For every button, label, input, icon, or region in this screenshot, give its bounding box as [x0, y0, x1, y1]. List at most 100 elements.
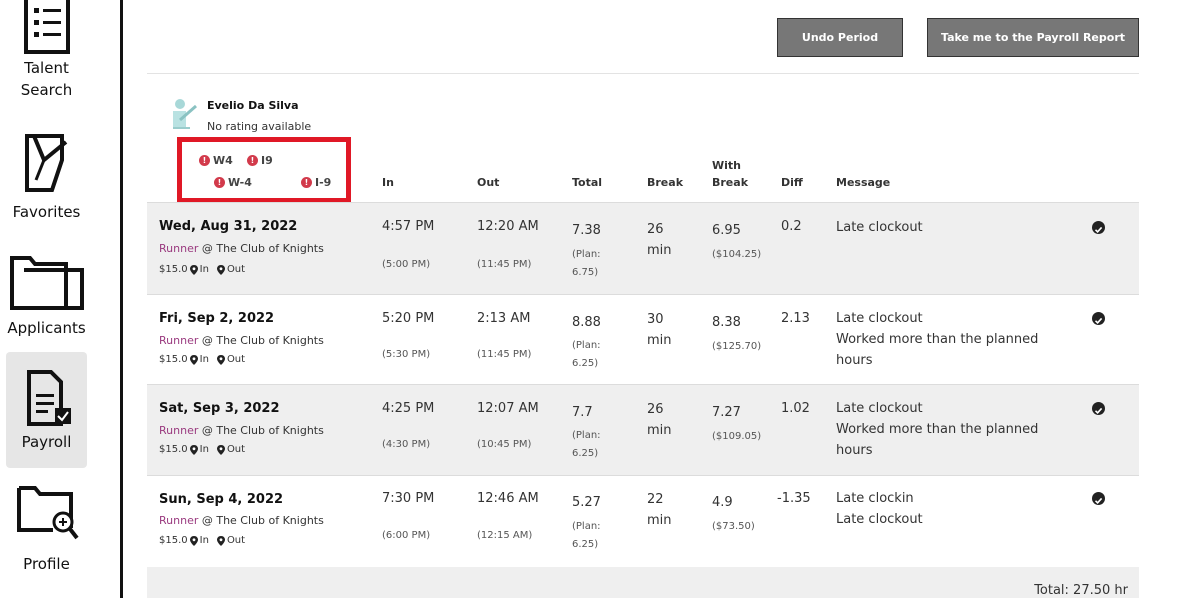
- row-role: Runner @ The Club of Knights: [159, 514, 324, 527]
- total-hours: Total: 27.50 hr: [1034, 583, 1128, 598]
- row-break: 30 min: [647, 309, 672, 351]
- row-message: Late clockout: [836, 217, 1046, 238]
- sidebar-item-profile[interactable]: Profile: [6, 484, 87, 580]
- role-link[interactable]: Runner: [159, 424, 198, 437]
- sidebar-label-payroll: Payroll: [21, 433, 72, 451]
- totals-bar: [147, 567, 1139, 598]
- row-date: Wed, Aug 31, 2022: [159, 219, 298, 234]
- sidebar-label-search: Search: [20, 81, 73, 99]
- role-link[interactable]: Runner: [159, 242, 198, 255]
- venue: @ The Club of Knights: [201, 514, 324, 527]
- doc-label: W-4: [228, 176, 252, 189]
- check-icon[interactable]: [1092, 492, 1105, 505]
- sidebar-item-favorites[interactable]: Favorites: [6, 130, 87, 228]
- message-line: Worked more than the planned: [836, 332, 1039, 347]
- location-pin-icon: [216, 264, 225, 275]
- plan-value: 6.25): [572, 448, 599, 459]
- plan-label: (Plan:: [572, 249, 601, 260]
- table-row[interactable]: Wed, Aug 31, 2022 Runner @ The Club of K…: [147, 203, 1139, 294]
- row-role: Runner @ The Club of Knights: [159, 424, 324, 437]
- rate: $15.0: [159, 354, 188, 365]
- payroll-document-check-icon: [26, 370, 71, 426]
- row-role: Runner @ The Club of Knights: [159, 242, 324, 255]
- break-value: 26: [647, 402, 664, 417]
- row-in: 7:30 PM: [382, 491, 435, 506]
- sidebar-item-payroll[interactable]: Payroll: [6, 352, 87, 468]
- header-out: Out: [477, 176, 500, 189]
- plan-label: (Plan:: [572, 521, 601, 532]
- venue: @ The Club of Knights: [201, 242, 324, 255]
- sidebar-item-applicants[interactable]: Applicants: [6, 250, 87, 345]
- plan-value: 6.75): [572, 267, 599, 278]
- row-total-plan: (Plan: 6.75): [572, 246, 601, 282]
- row-rate: $15.0 In Out: [159, 354, 245, 365]
- plan-label: (Plan:: [572, 430, 601, 441]
- row-total-plan: (Plan: 6.25): [572, 518, 601, 554]
- break-value: 22: [647, 492, 664, 507]
- doc-badge-w4[interactable]: ! W4: [199, 154, 233, 167]
- row-in: 4:25 PM: [382, 401, 435, 416]
- doc-badge-w-4[interactable]: ! W-4: [214, 176, 252, 189]
- message-line: hours: [836, 443, 873, 458]
- row-message: Late clockin Late clockout: [836, 488, 1046, 530]
- venue: @ The Club of Knights: [201, 334, 324, 347]
- role-link[interactable]: Runner: [159, 514, 198, 527]
- payroll-report-button[interactable]: Take me to the Payroll Report: [927, 18, 1139, 57]
- message-line: Late clockout: [836, 311, 923, 326]
- location-pin-icon: [216, 535, 225, 546]
- location-pin-icon: [216, 354, 225, 365]
- check-icon[interactable]: [1092, 312, 1105, 325]
- row-diff: 2.13: [781, 311, 810, 326]
- plan-value: 6.25): [572, 539, 599, 550]
- sidebar-label-applicants: Applicants: [7, 319, 86, 337]
- divider: [147, 73, 1139, 74]
- rate: $15.0: [159, 444, 188, 455]
- in-label: In: [199, 354, 209, 365]
- rate: $15.0: [159, 264, 188, 275]
- row-total: 7.38: [572, 223, 601, 238]
- undo-period-button[interactable]: Undo Period: [777, 18, 903, 57]
- message-line: Late clockout: [836, 401, 923, 416]
- out-label: Out: [226, 354, 246, 365]
- row-out: 12:07 AM: [477, 401, 539, 416]
- check-icon[interactable]: [1092, 221, 1105, 234]
- sidebar-item-talent-search[interactable]: Talent Search: [6, 0, 87, 110]
- table-row[interactable]: Fri, Sep 2, 2022 Runner @ The Club of Kn…: [147, 295, 1139, 384]
- employee-name: Evelio Da Silva: [207, 99, 299, 112]
- row-rate: $15.0 In Out: [159, 535, 245, 546]
- header-break: Break: [647, 176, 684, 189]
- message-line: Late clockout: [836, 512, 923, 527]
- location-pin-icon: [189, 535, 198, 546]
- sidebar-label-profile: Profile: [23, 555, 70, 573]
- row-out-plan: (12:15 AM): [477, 530, 533, 541]
- row-message: Late clockout Worked more than the plann…: [836, 398, 1046, 461]
- sidebar-label-favorites: Favorites: [12, 203, 81, 221]
- check-icon[interactable]: [1092, 402, 1105, 415]
- row-message: Late clockout Worked more than the plann…: [836, 308, 1046, 371]
- row-break: 26 min: [647, 399, 672, 441]
- message-line: Worked more than the planned: [836, 422, 1039, 437]
- table-row[interactable]: Sun, Sep 4, 2022 Runner @ The Club of Kn…: [147, 476, 1139, 566]
- row-date: Sat, Sep 3, 2022: [159, 401, 280, 416]
- row-total: 5.27: [572, 495, 601, 510]
- role-link[interactable]: Runner: [159, 334, 198, 347]
- out-label: Out: [226, 264, 246, 275]
- avatar: [173, 99, 197, 129]
- row-in-plan: (6:00 PM): [382, 530, 431, 541]
- row-out-plan: (11:45 PM): [477, 349, 532, 360]
- row-break: 26 min: [647, 219, 672, 261]
- doc-badge-i-9[interactable]: ! I-9: [301, 176, 331, 189]
- row-diff: 1.02: [781, 401, 810, 416]
- rate: $15.0: [159, 535, 188, 546]
- table-row[interactable]: Sat, Sep 3, 2022 Runner @ The Club of Kn…: [147, 385, 1139, 475]
- header-in: In: [382, 176, 394, 189]
- row-with-break: 4.9: [712, 495, 733, 510]
- row-in-plan: (5:00 PM): [382, 259, 431, 270]
- folder-icon: [9, 256, 84, 310]
- documents-highlight-box: [177, 137, 351, 203]
- doc-label: W4: [213, 154, 233, 167]
- doc-badge-i9[interactable]: ! I9: [247, 154, 273, 167]
- in-label: In: [199, 535, 209, 546]
- row-in-plan: (5:30 PM): [382, 349, 431, 360]
- message-line: Late clockin: [836, 491, 914, 506]
